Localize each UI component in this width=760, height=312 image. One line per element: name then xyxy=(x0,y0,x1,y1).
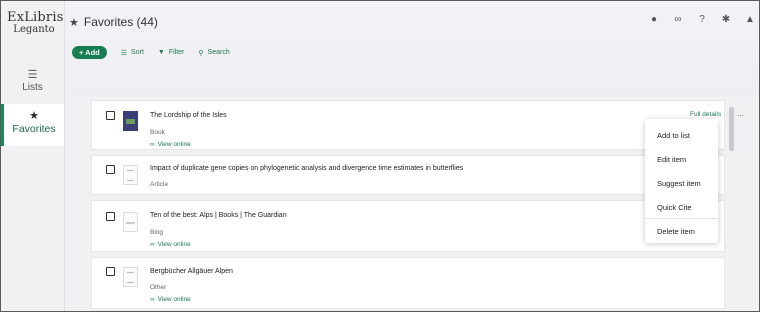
user-icon[interactable]: ● xyxy=(649,14,659,25)
menu-item-add-to-list[interactable]: Add to list xyxy=(657,131,690,140)
nav-item-favorites[interactable]: ★ Favorites xyxy=(1,104,64,146)
menu-divider xyxy=(645,218,718,219)
item-checkbox[interactable] xyxy=(106,111,115,120)
item-type: Other xyxy=(150,284,167,291)
logo-brand: ExLibris xyxy=(7,10,64,25)
nav-item-label: Lists xyxy=(22,82,43,93)
view-online-label: View online xyxy=(157,141,191,148)
search-button[interactable]: ⚲ Search xyxy=(198,49,229,57)
item-title[interactable]: Ten of the best: Alps | Books | The Guar… xyxy=(150,212,287,219)
left-nav: ExLibris Leganto ☰ Lists ★ Favorites xyxy=(1,1,65,311)
star-icon: ★ xyxy=(29,110,39,122)
sort-button[interactable]: ☰ Sort xyxy=(121,49,144,57)
link-icon: ∞ xyxy=(150,141,155,148)
article-thumbnail xyxy=(123,165,138,185)
list-item[interactable]: Impact of duplicate gene copies on phylo… xyxy=(91,155,725,195)
list-icon: ☰ xyxy=(27,69,38,81)
view-online-label: View online xyxy=(157,241,191,248)
menu-item-edit-item[interactable]: Edit item xyxy=(657,155,686,164)
settings-icon[interactable]: ✱ xyxy=(721,14,731,25)
item-checkbox[interactable] xyxy=(106,212,115,221)
item-title[interactable]: The Lordship of the Isles xyxy=(150,112,227,119)
page-title: ★ Favorites (44) xyxy=(69,15,158,29)
item-type: Book xyxy=(150,129,165,136)
nav-item-lists[interactable]: ☰ Lists xyxy=(1,69,64,94)
link-icon[interactable]: ∞ xyxy=(673,14,683,25)
logo: ExLibris Leganto xyxy=(7,10,64,35)
web-thumbnail: www xyxy=(123,212,138,232)
item-title[interactable]: Impact of duplicate gene copies on phylo… xyxy=(150,165,463,172)
add-button[interactable]: + Add xyxy=(72,46,107,59)
page-header: ★ Favorites (44) ● ∞ ? ✱ ▲ + Add ☰ Sort ▼… xyxy=(65,1,759,97)
item-title[interactable]: Bergbücher Allgäuer Alpen xyxy=(150,268,233,275)
view-online-link[interactable]: ∞ View online xyxy=(150,141,191,148)
view-online-link[interactable]: ∞ View online xyxy=(150,296,191,303)
toolbar: + Add ☰ Sort ▼ Filter ⚲ Search xyxy=(72,46,230,59)
view-online-link[interactable]: ∞ View online xyxy=(150,241,191,248)
help-icon[interactable]: ? xyxy=(697,14,707,25)
sort-label: Sort xyxy=(131,49,144,56)
scrollbar-thumb[interactable] xyxy=(729,107,734,151)
item-checkbox[interactable] xyxy=(106,165,115,174)
view-online-label: View online xyxy=(157,296,191,303)
sort-icon: ☰ xyxy=(120,49,128,57)
link-icon: ∞ xyxy=(150,296,155,303)
item-checkbox[interactable] xyxy=(106,267,115,276)
search-icon: ⚲ xyxy=(198,49,204,57)
item-type: Blog xyxy=(150,229,164,236)
item-type: Article xyxy=(150,181,169,188)
list-item[interactable]: Bergbücher Allgäuer Alpen Other ∞ View on… xyxy=(91,257,725,309)
web-thumbnail-text: www xyxy=(126,219,135,225)
app-window: ExLibris Leganto ☰ Lists ★ Favorites ★ Fa… xyxy=(0,0,760,312)
list-item[interactable]: The Lordship of the Isles Book ∞ View onl… xyxy=(91,100,744,150)
filter-button[interactable]: ▼ Filter xyxy=(158,49,185,56)
full-details-link[interactable]: Full details xyxy=(690,111,721,118)
other-thumbnail xyxy=(123,267,138,287)
bell-icon[interactable]: ▲ xyxy=(745,14,755,25)
item-actions-menu: Add to list Edit item Suggest item Quick… xyxy=(645,119,718,243)
header-icons: ● ∞ ? ✱ ▲ xyxy=(649,14,755,25)
menu-item-quick-cite[interactable]: Quick Cite xyxy=(657,203,692,212)
page-title-text: Favorites (44) xyxy=(83,15,158,29)
logo-product: Leganto xyxy=(13,24,55,35)
list-item[interactable]: www Ten of the best: Alps | Books | The … xyxy=(91,200,725,252)
nav-item-label: Favorites xyxy=(12,123,56,135)
menu-item-suggest-item[interactable]: Suggest item xyxy=(657,179,701,188)
filter-icon: ▼ xyxy=(157,49,165,56)
search-label: Search xyxy=(207,49,230,56)
filter-label: Filter xyxy=(168,49,185,56)
more-actions-button[interactable]: ... xyxy=(737,109,744,118)
book-cover-thumbnail xyxy=(123,111,138,131)
star-icon: ★ xyxy=(69,17,79,29)
menu-item-delete-item[interactable]: Delete item xyxy=(657,227,695,236)
link-icon: ∞ xyxy=(150,241,155,248)
